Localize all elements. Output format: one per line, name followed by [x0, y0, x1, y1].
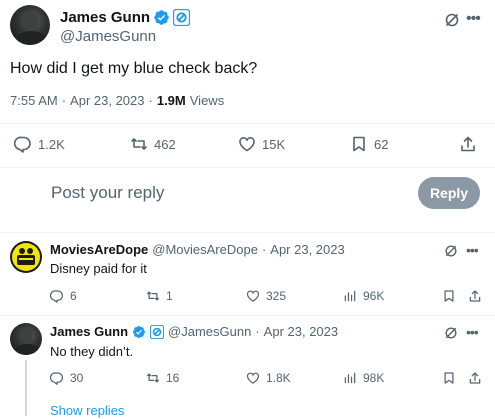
more-options-icon[interactable]: ••• [466, 242, 479, 258]
reply-icon [50, 289, 64, 303]
more-options-icon[interactable]: ••• [466, 10, 481, 28]
reply-text: Disney paid for it [50, 261, 147, 276]
thread-line [25, 360, 27, 416]
views-count: 96K [363, 289, 385, 303]
views-count: 98K [363, 371, 385, 385]
like-action[interactable]: 325 [246, 289, 286, 303]
retweet-action[interactable]: 462 [130, 135, 176, 153]
reply-author-name[interactable]: MoviesAreDope [50, 242, 148, 257]
dot-separator: · [255, 324, 260, 339]
bookmark-action[interactable]: 62 [350, 135, 388, 153]
heart-icon [246, 371, 260, 385]
bookmark-icon [350, 135, 368, 153]
reply-date[interactable]: Apr 23, 2023 [270, 242, 344, 257]
share-icon[interactable] [459, 135, 477, 153]
dot-separator: · [61, 93, 67, 108]
reply-text: No they didn’t. [50, 344, 134, 359]
show-replies-link[interactable]: Show replies [50, 403, 124, 418]
retweet-count: 462 [154, 136, 176, 152]
reply-count: 30 [70, 371, 84, 385]
like-count: 15K [262, 136, 286, 152]
retweet-action[interactable]: 16 [146, 371, 179, 385]
affiliate-badge-icon[interactable] [150, 324, 165, 339]
divider [0, 232, 495, 233]
reply-action[interactable]: 1.2K [14, 135, 65, 153]
analytics-icon [343, 289, 357, 303]
retweet-count: 16 [166, 371, 180, 385]
reply-author-handle[interactable]: @MoviesAreDope [152, 242, 258, 257]
reply-button[interactable]: Reply [418, 177, 480, 209]
more-options-icon[interactable]: ••• [466, 324, 479, 340]
heart-icon [246, 289, 260, 303]
grok-icon[interactable] [444, 326, 458, 340]
bookmark-icon[interactable] [442, 371, 456, 385]
analytics-icon [343, 371, 357, 385]
reply-count: 1.2K [38, 136, 65, 152]
reply-author-name[interactable]: James Gunn [50, 324, 128, 339]
grok-icon[interactable] [444, 244, 458, 258]
retweet-icon [130, 135, 148, 153]
like-action[interactable]: 15K [238, 135, 285, 153]
retweet-icon [146, 289, 160, 303]
reply-action[interactable]: 6 [50, 289, 77, 303]
affiliate-badge-icon[interactable] [173, 9, 191, 26]
reply-input[interactable]: Post your reply [51, 183, 164, 203]
reply-date[interactable]: Apr 23, 2023 [264, 324, 338, 339]
retweet-action[interactable]: 1 [146, 289, 173, 303]
verified-badge-icon[interactable] [153, 9, 170, 26]
main-author-avatar[interactable] [10, 5, 50, 45]
share-icon[interactable] [468, 289, 482, 303]
grok-icon[interactable] [444, 12, 460, 28]
bookmark-icon[interactable] [442, 289, 456, 303]
reply-icon [50, 371, 64, 385]
reply-action[interactable]: 30 [50, 371, 83, 385]
views-count: 1.9M [156, 93, 186, 108]
like-count: 1.8K [266, 371, 291, 385]
tweet-text: How did I get my blue check back? [10, 60, 258, 77]
main-author-handle[interactable]: @JamesGunn [60, 28, 156, 45]
reply-author-avatar[interactable] [10, 323, 42, 355]
reply-count: 6 [70, 289, 77, 303]
tweet-time[interactable]: 7:55 AM [10, 93, 58, 108]
divider [0, 315, 495, 316]
like-count: 325 [266, 289, 287, 303]
reply-author-handle[interactable]: @JamesGunn [168, 324, 251, 339]
views-action[interactable]: 98K [343, 371, 384, 385]
heart-icon [238, 135, 256, 153]
verified-badge-icon[interactable] [132, 325, 146, 339]
main-author-name[interactable]: James Gunn [60, 9, 150, 26]
reply-author-avatar[interactable] [10, 241, 42, 273]
bookmark-count: 62 [374, 136, 389, 152]
retweet-count: 1 [166, 289, 173, 303]
dot-separator: · [148, 93, 153, 108]
views-label: Views [189, 93, 225, 108]
reply-icon [14, 135, 32, 153]
divider [0, 123, 495, 124]
dot-separator: · [261, 242, 267, 257]
like-action[interactable]: 1.8K [246, 371, 291, 385]
share-icon[interactable] [468, 371, 482, 385]
views-action[interactable]: 96K [343, 289, 384, 303]
tweet-date[interactable]: Apr 23, 2023 [70, 93, 144, 108]
divider [0, 167, 495, 168]
retweet-icon [146, 371, 160, 385]
